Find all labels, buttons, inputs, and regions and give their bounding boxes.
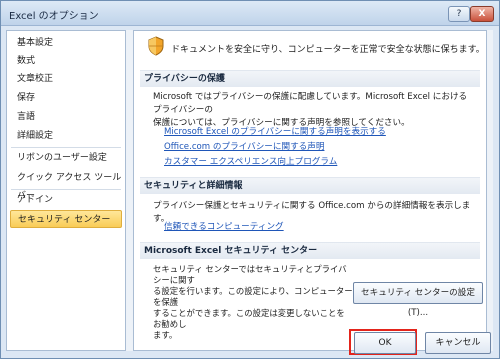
trust-center-text-line: る設定を行います。この設定により、コンピューターを保護 bbox=[153, 286, 353, 307]
nav-item-language[interactable]: 言語 bbox=[10, 108, 122, 126]
category-nav: 基本設定 数式 文章校正 保存 言語 詳細設定 リボンのユーザー設定 クイック … bbox=[6, 30, 126, 351]
trustworthy-computing-link[interactable]: 信頼できるコンピューティング bbox=[164, 220, 284, 232]
nav-item-trust-center[interactable]: セキュリティ センター bbox=[10, 210, 122, 228]
privacy-heading: プライバシーの保護 bbox=[140, 70, 480, 87]
window-title: Excel のオプション bbox=[9, 11, 99, 22]
nav-separator bbox=[11, 147, 121, 148]
nav-item-quick-access-toolbar[interactable]: クイック アクセス ツール バー bbox=[10, 169, 122, 201]
nav-item-save[interactable]: 保存 bbox=[10, 89, 122, 107]
nav-item-formulas[interactable]: 数式 bbox=[10, 52, 122, 70]
help-button[interactable]: ? bbox=[448, 6, 470, 22]
trust-center-settings-button[interactable]: セキュリティ センターの設定(T)... bbox=[353, 282, 483, 318]
trust-center-heading: Microsoft Excel セキュリティ センター bbox=[140, 242, 480, 259]
nav-separator bbox=[11, 189, 121, 190]
trust-center-text-line: セキュリティ センターではセキュリティとプライバシーに関す bbox=[153, 264, 347, 285]
trust-center-text-line: ます。 bbox=[153, 330, 178, 340]
title-bar[interactable]: Excel のオプション ? X bbox=[1, 1, 499, 26]
office-privacy-link[interactable]: Office.com のプライバシーに関する声明 bbox=[164, 140, 324, 152]
trust-center-text: セキュリティ センターではセキュリティとプライバシーに関す る設定を行います。こ… bbox=[153, 264, 353, 341]
trust-center-panel: ドキュメントを安全に守り、コンピューターを正常で安全な状態に保ちます。 プライバ… bbox=[133, 30, 487, 351]
ceip-link[interactable]: カスタマー エクスペリエンス向上プログラム bbox=[164, 155, 337, 167]
intro-text: ドキュメントを安全に守り、コンピューターを正常で安全な状態に保ちます。 bbox=[171, 45, 485, 55]
security-heading: セキュリティと詳細情報 bbox=[140, 177, 480, 194]
nav-item-advanced[interactable]: 詳細設定 bbox=[10, 127, 122, 145]
nav-item-general[interactable]: 基本設定 bbox=[10, 34, 122, 52]
dialog-body: 基本設定 数式 文章校正 保存 言語 詳細設定 リボンのユーザー設定 クイック … bbox=[6, 30, 493, 351]
trust-center-text-line: することができます。この設定は変更しないことをお勧めし bbox=[153, 308, 345, 329]
nav-item-customize-ribbon[interactable]: リボンのユーザー設定 bbox=[10, 149, 122, 167]
nav-item-proofing[interactable]: 文章校正 bbox=[10, 70, 122, 88]
options-dialog: Excel のオプション ? X 基本設定 数式 文章校正 保存 言語 詳細設定… bbox=[0, 0, 500, 359]
excel-privacy-link[interactable]: Microsoft Excel のプライバシーに関する声明を表示する bbox=[164, 125, 386, 137]
cancel-button[interactable]: キャンセル bbox=[425, 332, 491, 354]
ok-button[interactable]: OK bbox=[354, 332, 416, 354]
close-button[interactable]: X bbox=[470, 6, 494, 22]
shield-icon bbox=[148, 36, 164, 56]
privacy-text-line: Microsoft ではプライバシーの保護に配慮しています。Microsoft … bbox=[153, 92, 468, 115]
nav-item-addins[interactable]: アドイン bbox=[10, 191, 122, 209]
